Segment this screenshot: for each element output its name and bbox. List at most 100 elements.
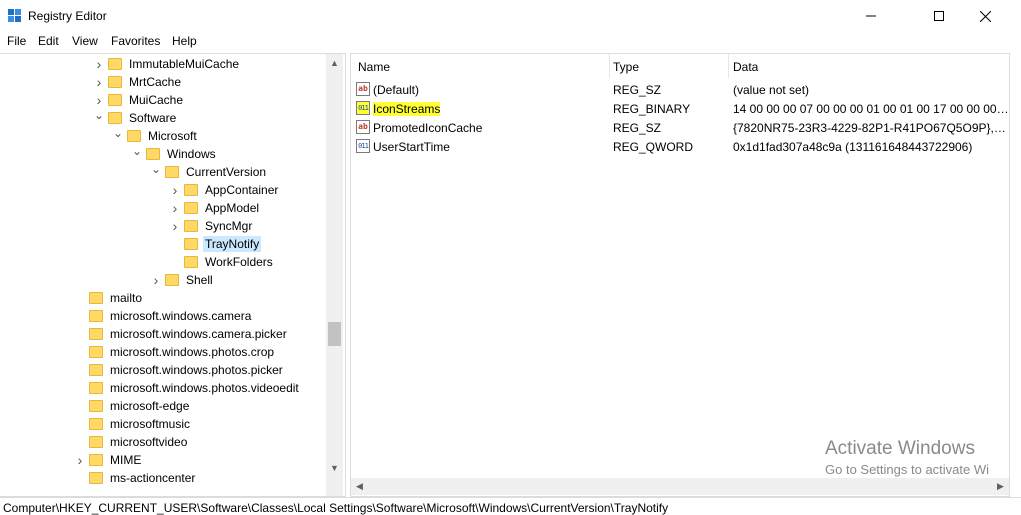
tree-node[interactable]: › AppModel <box>170 199 261 217</box>
tree-vertical-scrollbar[interactable]: ▲ ▼ <box>326 54 343 496</box>
tree-node[interactable]: microsoft-edge <box>75 397 191 415</box>
tree-node[interactable]: ⌄ Windows <box>132 144 218 163</box>
tree-node[interactable]: › ImmutableMuiCache <box>94 55 241 73</box>
menu-favorites[interactable]: Favorites <box>111 34 160 48</box>
close-icon <box>979 10 991 22</box>
tree-node[interactable]: TrayNotify <box>170 235 262 253</box>
column-header-type[interactable]: Type <box>613 60 639 74</box>
value-row-promotediconcache[interactable]: ab PromotedIconCache REG_SZ {7820NR75-23… <box>351 118 1009 137</box>
menu-edit[interactable]: Edit <box>38 34 59 48</box>
tree-node[interactable]: microsoft.windows.photos.crop <box>75 343 276 361</box>
close-button[interactable] <box>962 0 1008 32</box>
tree-node-label: ms-actioncenter <box>110 471 196 485</box>
chevron-right-icon[interactable]: › <box>170 199 180 217</box>
chevron-right-icon[interactable]: › <box>75 451 85 469</box>
value-data: {7820NR75-23R3-4229-82P1-R41PO67Q5O9P},{… <box>733 121 1009 135</box>
tree-node-label: MuiCache <box>129 93 184 107</box>
binary-value-icon: 011 <box>356 101 370 115</box>
value-row-iconstreams[interactable]: 011 IconStreams REG_BINARY 14 00 00 00 0… <box>351 99 1009 118</box>
value-data: (value not set) <box>733 83 810 97</box>
tree-node-label: microsoftmusic <box>110 417 191 431</box>
column-header-name[interactable]: Name <box>358 60 390 74</box>
folder-icon <box>165 274 179 286</box>
tree-node[interactable]: ms-actioncenter <box>75 469 197 487</box>
tree-node[interactable]: ⌄ Microsoft <box>113 126 199 145</box>
folder-icon <box>108 58 122 70</box>
value-name: (Default) <box>373 83 420 97</box>
tree-node[interactable]: microsoft.windows.photos.picker <box>75 361 285 379</box>
values-list-pane[interactable]: Name Type Data ab (Default) REG_SZ (valu… <box>350 53 1010 497</box>
tree-node[interactable]: › MIME <box>75 451 143 469</box>
folder-icon <box>184 202 198 214</box>
chevron-right-icon[interactable]: › <box>94 73 104 91</box>
current-key-path: Computer\HKEY_CURRENT_USER\Software\Clas… <box>3 501 669 515</box>
value-row-userstarttime[interactable]: 011 UserStartTime REG_QWORD 0x1d1fad307a… <box>351 137 1009 156</box>
string-value-icon: ab <box>356 82 370 96</box>
chevron-right-icon[interactable]: › <box>170 217 180 235</box>
minimize-button[interactable] <box>848 0 894 32</box>
value-row-default[interactable]: ab (Default) REG_SZ (value not set) <box>351 80 1009 99</box>
tree-node-label: TrayNotify <box>203 236 262 252</box>
tree-node[interactable]: microsoft.windows.camera.picker <box>75 325 289 343</box>
folder-icon <box>165 166 179 178</box>
tree-node[interactable]: ⌄ Software <box>94 108 178 127</box>
folder-icon <box>184 256 198 268</box>
folder-icon <box>89 364 103 376</box>
tree-node[interactable]: › MuiCache <box>94 91 185 109</box>
tree-node[interactable]: › SyncMgr <box>170 217 254 235</box>
chevron-right-icon[interactable]: › <box>151 271 161 289</box>
scroll-right-arrow-icon[interactable]: ▶ <box>992 478 1009 495</box>
tree-node[interactable]: › AppContainer <box>170 181 280 199</box>
key-tree-pane[interactable]: ms-actioncenter › MIME microsoftvideo micros… <box>0 53 346 497</box>
tree-node-label: SyncMgr <box>205 219 253 233</box>
value-name: IconStreams <box>373 102 613 116</box>
folder-icon <box>89 418 103 430</box>
scroll-down-arrow-icon[interactable]: ▼ <box>326 459 343 476</box>
column-header-data[interactable]: Data <box>733 60 758 74</box>
scroll-up-arrow-icon[interactable]: ▲ <box>326 54 343 71</box>
tree-node[interactable]: microsoftmusic <box>75 415 192 433</box>
highlighted-value-name: IconStreams <box>373 102 441 116</box>
menu-help[interactable]: Help <box>172 34 197 48</box>
menu-file[interactable]: File <box>7 34 26 48</box>
chevron-right-icon[interactable]: › <box>94 91 104 109</box>
tree-node-label: microsoft.windows.photos.picker <box>110 363 283 377</box>
tree-node[interactable]: › MrtCache <box>94 73 183 91</box>
folder-icon <box>184 184 198 196</box>
column-divider[interactable] <box>609 54 610 78</box>
tree-node-label: ImmutableMuiCache <box>129 57 240 71</box>
list-horizontal-scrollbar[interactable]: ◀ ▶ <box>351 478 1009 495</box>
tree-node-label: CurrentVersion <box>186 165 267 179</box>
folder-icon <box>89 382 103 394</box>
registry-editor-window: Registry Editor File Edit View Favorites… <box>0 0 1021 515</box>
tree-node[interactable]: › Shell <box>151 271 215 289</box>
tree-node[interactable]: WorkFolders <box>170 253 275 271</box>
scrollbar-thumb[interactable] <box>328 322 341 346</box>
tree-node[interactable]: mailto <box>75 289 144 307</box>
tree-node[interactable]: microsoftvideo <box>75 433 189 451</box>
string-value-icon: ab <box>356 120 370 134</box>
tree-node-label: MIME <box>110 453 142 467</box>
column-divider[interactable] <box>728 54 729 78</box>
window-title: Registry Editor <box>28 9 107 23</box>
title-bar: Registry Editor <box>0 0 1021 32</box>
chevron-right-icon[interactable]: › <box>170 181 180 199</box>
scroll-left-arrow-icon[interactable]: ◀ <box>351 478 368 495</box>
menu-view[interactable]: View <box>72 34 98 48</box>
tree-node[interactable]: microsoft.windows.camera <box>75 307 253 325</box>
tree-node[interactable]: microsoft.windows.photos.videoedit <box>75 379 301 397</box>
tree-node-label: WorkFolders <box>205 255 273 269</box>
tree-node-label: AppModel <box>205 201 260 215</box>
chevron-right-icon[interactable]: › <box>94 55 104 73</box>
tree-node[interactable]: ⌄ CurrentVersion <box>151 162 268 181</box>
folder-icon <box>184 238 198 250</box>
binary-value-icon: 011 <box>356 139 370 153</box>
value-name: UserStartTime <box>373 140 450 154</box>
maximize-button[interactable] <box>916 0 962 32</box>
